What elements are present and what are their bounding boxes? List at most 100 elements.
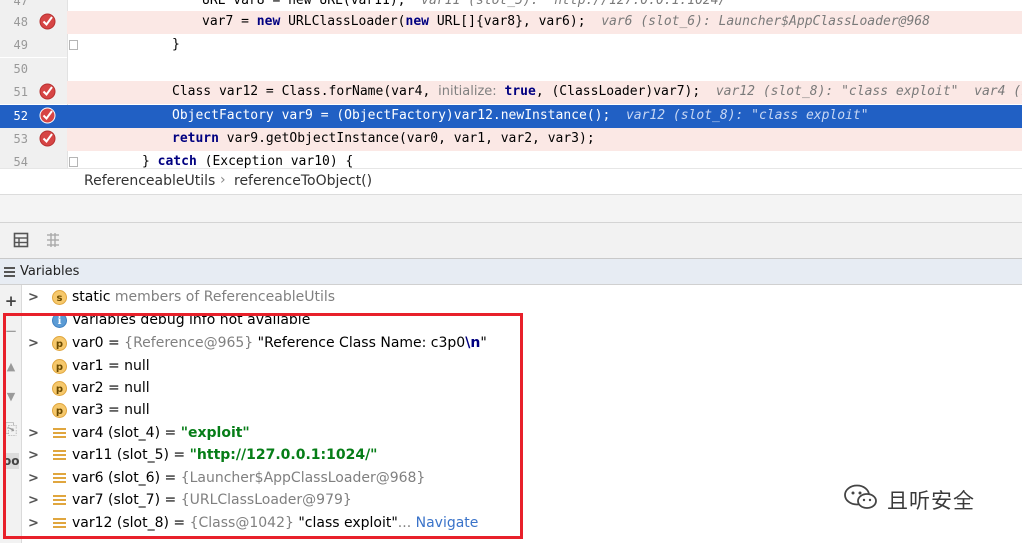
- code-line-50[interactable]: 50: [0, 58, 1022, 81]
- var-type: {Launcher$AppClassLoader@968}: [180, 470, 426, 486]
- parameter-icon: p: [52, 403, 67, 418]
- code-text[interactable]: ObjectFactory var9 = (ObjectFactory)var1…: [172, 108, 869, 123]
- remove-watch-icon[interactable]: −: [3, 323, 19, 339]
- table-view-icon[interactable]: [13, 232, 29, 248]
- panel-title: Variables: [20, 264, 80, 279]
- var-name: var6 (slot_6): [72, 470, 161, 486]
- var-value: null: [124, 380, 150, 396]
- var-value: "class exploit": [293, 515, 398, 531]
- code-line-53[interactable]: 53 return var9.getObjectInstance(var0, v…: [0, 128, 1022, 151]
- breakpoint-icon[interactable]: [39, 107, 56, 124]
- line-number: 51: [13, 85, 28, 99]
- breakpoint-icon[interactable]: [39, 13, 56, 30]
- code-line-48[interactable]: 48 var7 = new URLClassLoader(new URL[]{v…: [0, 11, 1022, 34]
- tree-row-var3[interactable]: p var3 = null: [22, 400, 1022, 422]
- watches-toggle-icon[interactable]: oo: [3, 453, 20, 469]
- tree-row-var2[interactable]: p var2 = null: [22, 378, 1022, 400]
- parameter-icon: p: [52, 336, 67, 351]
- parameter-hint: initialize:: [438, 84, 497, 99]
- fold-marker[interactable]: [69, 157, 78, 167]
- code-line-54[interactable]: 54 } catch (Exception var10) {: [0, 151, 1022, 168]
- breadcrumb-class[interactable]: ReferenceableUtils: [84, 173, 215, 189]
- fold-marker[interactable]: [69, 40, 78, 50]
- gutter[interactable]: 51: [0, 81, 67, 104]
- var-name: var1: [72, 358, 104, 374]
- tree-row-static-members[interactable]: > s static members of ReferenceableUtils: [22, 287, 1022, 309]
- gutter[interactable]: 48: [0, 11, 67, 34]
- code-line-49[interactable]: 49 }: [0, 34, 1022, 57]
- line-number: 49: [13, 38, 28, 52]
- panel-divider[interactable]: [0, 194, 1022, 222]
- expand-arrow-icon[interactable]: >: [28, 516, 39, 531]
- var-type: {Class@1042}: [189, 515, 294, 531]
- gutter[interactable]: 49: [0, 34, 67, 57]
- code-line-52-current[interactable]: 52 ObjectFactory var9 = (ObjectFactory)v…: [0, 105, 1022, 128]
- parameter-icon: p: [52, 381, 67, 396]
- move-up-icon[interactable]: ▲: [3, 359, 19, 375]
- var-value: "Reference Class Name: c3p0: [253, 335, 466, 351]
- gutter[interactable]: 53: [0, 128, 67, 151]
- inline-debug-hint: var12 (slot_8): "class exploit" var4 (sl…: [715, 84, 1022, 99]
- navigate-link[interactable]: Navigate: [411, 515, 479, 531]
- code-text[interactable]: Class var12 = Class.forName(var4, initia…: [172, 84, 1022, 99]
- copy-icon[interactable]: ⎘: [3, 421, 19, 437]
- line-number: 54: [13, 155, 28, 168]
- tree-row-var1[interactable]: p var1 = null: [22, 356, 1022, 378]
- code-text[interactable]: } catch (Exception var10) {: [142, 154, 353, 168]
- code-text[interactable]: return var9.getObjectInstance(var0, var1…: [172, 131, 595, 146]
- tree-row-var4[interactable]: > var4 (slot_4) = "exploit": [22, 423, 1022, 445]
- var-value: null: [124, 402, 150, 418]
- expand-arrow-icon[interactable]: >: [28, 493, 39, 508]
- menu-icon[interactable]: [4, 267, 15, 277]
- var-name: var4 (slot_4): [72, 425, 161, 441]
- move-down-icon[interactable]: ▼: [3, 389, 19, 405]
- field-icon: [52, 471, 67, 486]
- field-icon: [52, 516, 67, 531]
- tree-row-var12[interactable]: > var12 (slot_8) = {Class@1042} "class e…: [22, 513, 1022, 535]
- var-value: "exploit": [180, 425, 250, 441]
- add-watch-icon[interactable]: +: [3, 293, 19, 309]
- expand-arrow-icon[interactable]: >: [28, 426, 39, 441]
- info-icon: i: [52, 313, 67, 328]
- var-name: var7 (slot_7): [72, 492, 161, 508]
- tree-row-info[interactable]: i Variables debug info not available: [22, 310, 1022, 332]
- var-value: null: [124, 358, 150, 374]
- breakpoint-icon[interactable]: [39, 130, 56, 147]
- static-desc: members of ReferenceableUtils: [110, 289, 336, 305]
- var-name: var11 (slot_5): [72, 447, 169, 463]
- tree-row-var0[interactable]: > p var0 = {Reference@965} "Reference Cl…: [22, 333, 1022, 355]
- breakpoint-icon[interactable]: [39, 83, 56, 100]
- var-name: var3: [72, 402, 104, 418]
- code-text[interactable]: URL var8 = new URL(var11); var11 (slot_5…: [202, 0, 734, 8]
- parameter-icon: p: [52, 359, 67, 374]
- code-line-51[interactable]: 51 Class var12 = Class.forName(var4, ini…: [0, 81, 1022, 104]
- gutter[interactable]: 52: [0, 105, 67, 128]
- inline-debug-hint: var11 (slot_5): "http://127.0.0.1:1024/": [421, 0, 735, 8]
- expand-arrow-icon[interactable]: >: [28, 336, 39, 351]
- var-name: var0: [72, 335, 104, 351]
- gutter[interactable]: 50: [0, 58, 67, 81]
- expand-arrow-icon[interactable]: >: [28, 290, 39, 305]
- line-number: 52: [13, 109, 28, 123]
- field-icon: [52, 426, 67, 441]
- code-text[interactable]: }: [172, 37, 180, 52]
- line-number: 50: [13, 62, 28, 76]
- expand-arrow-icon[interactable]: >: [28, 471, 39, 486]
- var-type: {URLClassLoader@979}: [180, 492, 352, 508]
- expand-arrow-icon[interactable]: >: [28, 448, 39, 463]
- variables-panel-header: Variables: [0, 258, 1022, 285]
- field-icon: [52, 493, 67, 508]
- gutter[interactable]: 54: [0, 151, 67, 168]
- watermark: 且听安全: [843, 483, 1003, 513]
- breadcrumb-method[interactable]: referenceToObject(): [234, 173, 372, 189]
- static-label: static: [72, 289, 111, 305]
- variables-side-toolbar: + − ▲ ▼ ⎘ oo: [0, 285, 22, 543]
- code-editor[interactable]: 47 URL var8 = new URL(var11); var11 (slo…: [0, 0, 1022, 168]
- debug-toolbar: [0, 222, 1022, 258]
- code-text[interactable]: var7 = new URLClassLoader(new URL[]{var8…: [202, 14, 930, 29]
- var-value: "http://127.0.0.1:1024/": [189, 447, 378, 463]
- info-text: Variables debug info not available: [72, 312, 311, 328]
- var-name: var12 (slot_8): [72, 515, 169, 531]
- tree-row-var11[interactable]: > var11 (slot_5) = "http://127.0.0.1:102…: [22, 445, 1022, 467]
- threads-view-icon[interactable]: [45, 232, 61, 248]
